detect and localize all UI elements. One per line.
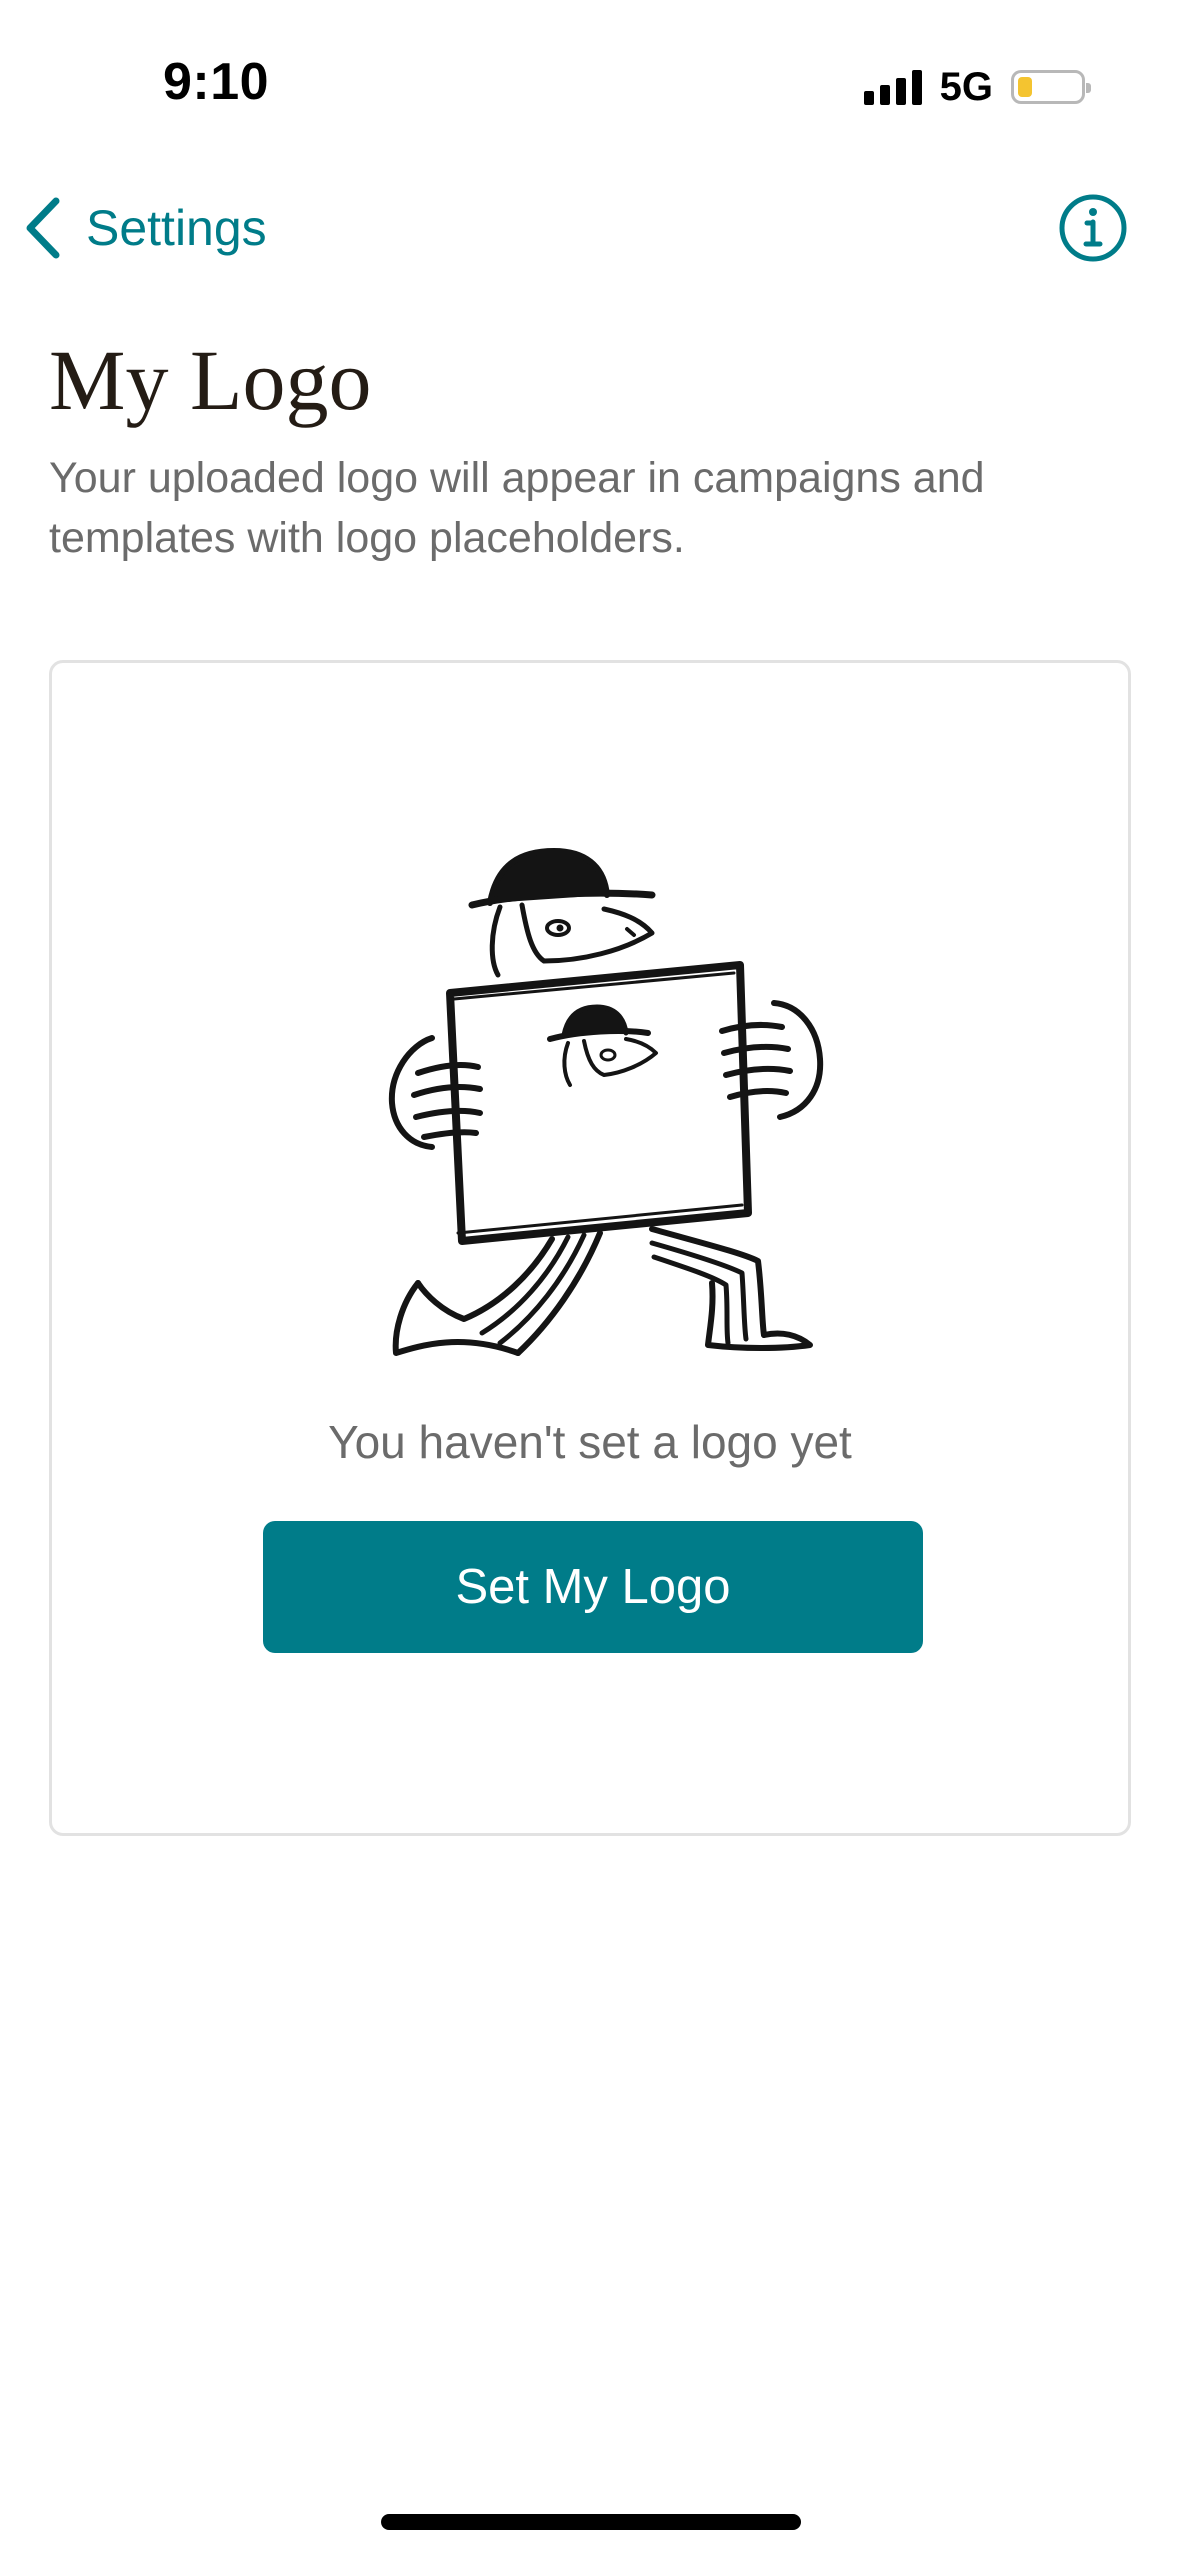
battery-low-icon xyxy=(1011,70,1091,104)
network-type: 5G xyxy=(939,64,993,109)
page-description: Your uploaded logo will appear in campai… xyxy=(49,454,985,562)
cellular-signal-icon xyxy=(863,69,922,105)
status-time: 9:10 xyxy=(163,53,270,111)
empty-state-text: You haven't set a logo yet xyxy=(328,1416,852,1468)
dog-holding-logo-sign-illustration xyxy=(388,848,824,1356)
back-button[interactable]: Settings xyxy=(22,188,267,268)
logo-card: You haven't set a logo yet Set My Logo xyxy=(49,660,1131,1836)
status-bar: 9:10 5G xyxy=(0,0,1179,150)
chevron-left-icon xyxy=(26,197,60,259)
status-icons: 5G xyxy=(863,62,1091,112)
page-title: My Logo xyxy=(49,332,372,428)
info-icon xyxy=(1059,194,1127,262)
info-button[interactable] xyxy=(1057,192,1129,264)
set-my-logo-button[interactable]: Set My Logo xyxy=(263,1521,923,1653)
home-indicator[interactable] xyxy=(381,2514,801,2530)
back-button-label: Settings xyxy=(86,200,267,256)
